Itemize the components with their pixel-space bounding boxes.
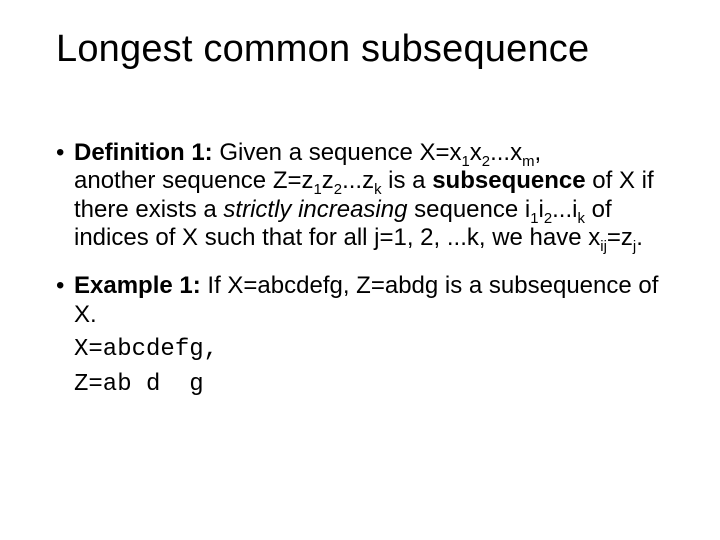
- eq-z: =z: [607, 224, 633, 251]
- zk: z: [362, 167, 374, 194]
- dots-2: ...: [342, 167, 362, 194]
- definition-text-2a: another sequence Z=z: [74, 167, 314, 194]
- definition-item: Definition 1: Given a sequence X=x1x2...…: [74, 139, 672, 252]
- comma-1: ,: [534, 139, 541, 166]
- z2: z: [322, 167, 334, 194]
- slide-title: Longest common subsequence: [56, 28, 672, 71]
- x-sub-ij: ij: [600, 239, 607, 255]
- example-code-2: Z=ab d g: [74, 370, 672, 399]
- example-label: Example 1:: [74, 272, 201, 299]
- definition-text-3a: sequence i: [407, 196, 530, 223]
- xm: x: [510, 139, 522, 166]
- definition-label: Definition 1:: [74, 139, 213, 166]
- example-item: Example 1: If X=abcdefg, Z=abdg is a sub…: [74, 272, 672, 399]
- slide-body: Definition 1: Given a sequence X=x1x2...…: [56, 139, 672, 399]
- period: .: [636, 224, 643, 251]
- subsequence-word: subsequence: [432, 167, 585, 194]
- dots-3: ...: [552, 196, 572, 223]
- strictly-increasing: strictly increasing: [223, 196, 407, 223]
- seq-X: X=x: [419, 139, 461, 166]
- dots-1: ...: [490, 139, 510, 166]
- definition-text-1: Given a sequence: [213, 139, 420, 166]
- definition-text-2b: is a: [382, 167, 433, 194]
- x2: x: [470, 139, 482, 166]
- example-code-1: X=abcdefg,: [74, 335, 672, 364]
